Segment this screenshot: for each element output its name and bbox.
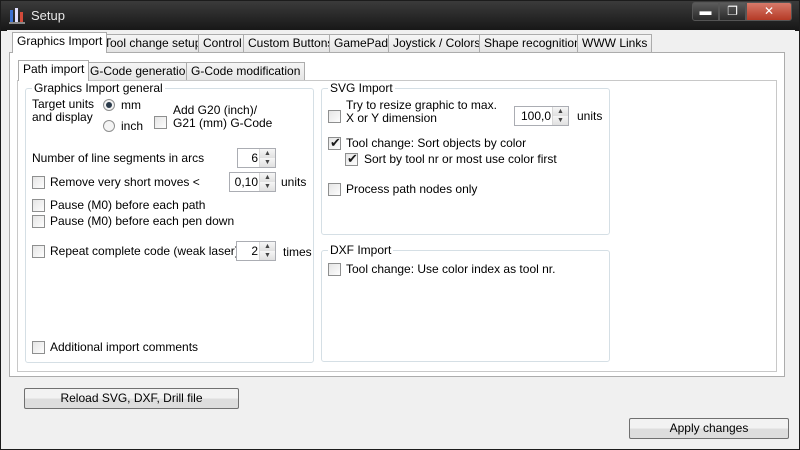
repeat-label: Repeat complete code (weak laser) [50,244,239,258]
resize-value: 100,0 [520,109,551,123]
stepper-down-icon[interactable]: ▼ [553,116,568,125]
pause-path-label: Pause (M0) before each path [50,198,206,212]
dxf-import-group: DXF Import Tool change: Use color index … [321,243,610,362]
process-nodes-checkbox[interactable] [328,183,341,196]
remove-short-stepper[interactable]: 0,10 ▲ ▼ [229,172,276,192]
radio-mm[interactable] [103,99,115,111]
maximize-icon: ❐ [727,4,738,18]
target-units-label: Target units and display [32,97,95,124]
client-area: Graphics Import Tool change setup Contro… [7,30,795,445]
resize-checkbox[interactable] [328,110,341,123]
color-index-checkbox[interactable] [328,263,341,276]
tab-control[interactable]: Control [198,34,247,52]
stepper-down-icon[interactable]: ▼ [260,158,275,167]
group-title-dxf: DXF Import [328,243,394,257]
add-g20-label: Add G20 (inch)/ G21 (mm) G-Code [173,103,273,130]
close-icon: ✕ [763,4,775,18]
tab-joystick-colors[interactable]: Joystick / Colors [388,34,486,52]
tool-change-checkbox[interactable]: ✔ [328,135,341,150]
remove-short-checkbox[interactable] [32,176,45,189]
resize-stepper[interactable]: 100,0 ▲ ▼ [514,106,569,126]
remove-short-unit: units [281,175,307,189]
stepper-down-icon[interactable]: ▼ [260,251,275,260]
setup-app-icon [9,8,25,24]
radio-inch-label: inch [121,119,144,133]
tab-www-links[interactable]: WWW Links [577,34,653,52]
process-nodes-label: Process path nodes only [346,182,478,196]
color-index-label: Tool change: Use color index as tool nr. [346,262,556,276]
stepper-down-icon[interactable]: ▼ [260,182,275,191]
maximize-button[interactable]: ❐ [719,2,746,21]
repeat-stepper[interactable]: 2 ▲ ▼ [236,241,276,261]
line-segments-stepper[interactable]: 6 ▲ ▼ [237,148,276,168]
tab-gamepad[interactable]: GamePad [329,34,394,52]
minimize-button[interactable]: ▬ [692,2,719,21]
tab-path-import[interactable]: Path import [18,60,90,81]
checkmark-icon: ✔ [347,151,358,166]
tab-gcode-modification[interactable]: G-Code modification [186,62,306,80]
group-title-svg: SVG Import [328,81,395,95]
sort-by-tool-label: Sort by tool nr or most use color first [364,152,557,166]
remove-short-label: Remove very short moves < [50,175,200,189]
group-title-general: Graphics Import general [32,81,165,95]
svg-import-group: SVG Import Try to resize graphic to max.… [321,81,610,235]
line-segments-label: Number of line segments in arcs [32,151,205,165]
remove-short-value: 0,10 [234,175,258,189]
path-import-panel: Graphics Import general Target units and… [17,80,777,372]
sort-by-tool-checkbox[interactable]: ✔ [345,151,358,166]
additional-comments-label: Additional import comments [50,340,199,354]
stepper-arrows: ▲ ▼ [259,149,275,167]
graphics-import-general-group: Graphics Import general Target units and… [25,81,314,363]
apply-changes-button[interactable]: Apply changes [629,418,789,439]
window-title: Setup [31,8,65,23]
stepper-arrows: ▲ ▼ [259,242,275,260]
reload-file-button[interactable]: Reload SVG, DXF, Drill file [24,388,239,409]
tab-custom-buttons[interactable]: Custom Buttons [243,34,339,52]
title-bar[interactable]: Setup ▬ ❐ ✕ [1,1,799,31]
radio-inch[interactable] [103,120,115,132]
radio-selected-dot [106,102,112,108]
line-segments-value: 6 [251,151,258,165]
tab-graphics-import[interactable]: Graphics Import [12,32,108,53]
resize-label: Try to resize graphic to max. X or Y dim… [346,98,497,125]
graphics-import-panel: Path import G-Code generation G-Code mod… [9,52,785,377]
resize-unit: units [577,109,603,123]
setup-window: Setup ▬ ❐ ✕ Graphics Import Tool change … [0,0,800,450]
tool-change-label: Tool change: Sort objects by color [346,136,527,150]
close-button[interactable]: ✕ [746,2,792,21]
pause-pen-checkbox[interactable] [32,215,45,228]
repeat-checkbox[interactable] [32,245,45,258]
radio-mm-label: mm [121,98,141,112]
repeat-value: 2 [251,244,258,258]
checkmark-icon: ✔ [330,135,341,150]
pause-pen-label: Pause (M0) before each pen down [50,214,235,228]
stepper-arrows: ▲ ▼ [552,107,568,125]
minimize-icon: ▬ [699,4,712,18]
tab-tool-change-setup[interactable]: Tool change setup [99,34,207,52]
additional-comments-checkbox[interactable] [32,341,45,354]
stepper-arrows: ▲ ▼ [259,173,275,191]
tab-gcode-generation[interactable]: G-Code generation [85,62,198,80]
pause-path-checkbox[interactable] [32,199,45,212]
repeat-unit: times [283,245,312,259]
add-g20-checkbox[interactable] [154,116,167,129]
tab-shape-recognition[interactable]: Shape recognition [479,34,586,52]
